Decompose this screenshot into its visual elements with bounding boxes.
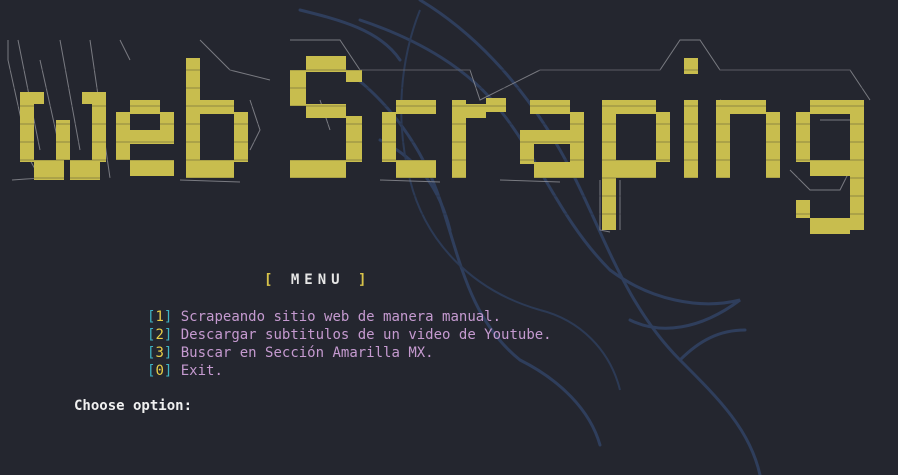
choose-option-prompt[interactable]: Choose option: (74, 398, 192, 414)
menu-title: [ MENU ] (264, 272, 371, 288)
terminal-window[interactable]: [ MENU ] [1] Scrapeando sitio web de man… (0, 0, 898, 475)
menu-option-label: Exit. (180, 363, 223, 379)
menu-option-label: Scrapeando sitio web de manera manual. (180, 309, 502, 325)
menu-option-label: Buscar en Sección Amarilla MX. (180, 345, 434, 361)
menu-option-label: Descargar subtitulos de un video de Yout… (180, 327, 552, 343)
menu-title-text: MENU (290, 272, 345, 288)
menu-option-1[interactable]: [1] Scrapeando sitio web de manera manua… (147, 308, 552, 326)
menu-option-3[interactable]: [3] Buscar en Sección Amarilla MX. (147, 344, 552, 362)
menu-option-2[interactable]: [2] Descargar subtitulos de un video de … (147, 326, 552, 344)
webscraping-banner (0, 39, 898, 234)
menu-option-key: 3 (155, 345, 164, 361)
menu-option-exit[interactable]: [0] Exit. (147, 362, 552, 380)
menu-option-key: 2 (155, 327, 164, 343)
menu-title-bracket-close: ] (358, 272, 372, 288)
menu-title-bracket-open: [ (264, 272, 278, 288)
menu-option-key: 0 (155, 363, 164, 379)
menu-options-list: [1] Scrapeando sitio web de manera manua… (147, 308, 552, 380)
menu-option-key: 1 (155, 309, 164, 325)
